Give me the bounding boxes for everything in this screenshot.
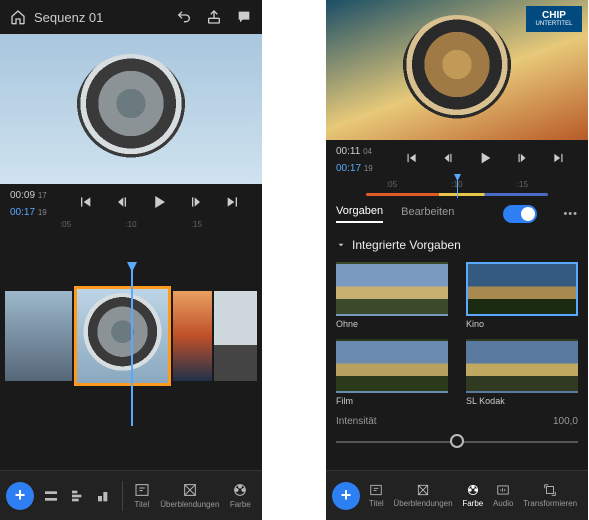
frame-back-icon[interactable] (437, 147, 459, 169)
current-time: 00:09 (10, 190, 35, 201)
add-button[interactable]: + (332, 482, 360, 510)
preset-label: Film (336, 396, 448, 406)
duration-time: 00:17 (336, 163, 361, 174)
ruler-tick: :05 (60, 220, 71, 229)
more-icon[interactable]: ••• (563, 208, 578, 220)
playhead[interactable] (131, 266, 133, 426)
baritem-label: Transformieren (523, 499, 577, 508)
duration-frame: 19 (364, 164, 373, 173)
color-button[interactable]: Farbe (230, 482, 251, 509)
intensity-control: Intensität 100,0 (326, 410, 588, 451)
phone-right: CHIP UNTERTITEL 00:11 04 00:17 19 :05 :1… (326, 0, 588, 520)
video-preview[interactable]: CHIP UNTERTITEL (326, 0, 588, 140)
comment-icon[interactable] (236, 9, 252, 25)
preset-film[interactable]: Film (336, 339, 448, 406)
time-ruler[interactable]: :05 :10 :15 (0, 220, 262, 236)
ruler-tick: :05 (386, 180, 397, 189)
intensity-slider[interactable] (336, 431, 578, 451)
playhead[interactable] (457, 176, 458, 198)
clip[interactable] (214, 291, 257, 381)
baritem-label: Farbe (230, 500, 251, 509)
audio-button[interactable]: Audio (493, 483, 513, 508)
baritem-label: Titel (369, 499, 384, 508)
tabs-row: Vorgaben Bearbeiten ••• (326, 196, 588, 232)
add-button[interactable]: + (6, 482, 34, 510)
baritem-label: Farbe (462, 499, 483, 508)
baritem-label: Überblendungen (393, 499, 452, 508)
undo-icon[interactable] (176, 9, 192, 25)
effect-toggle[interactable] (503, 205, 537, 223)
intensity-value: 100,0 (553, 416, 578, 427)
titles-button[interactable]: Titel (369, 483, 384, 508)
tab-presets[interactable]: Vorgaben (336, 205, 383, 223)
header: Sequenz 01 (0, 0, 262, 34)
divider (122, 481, 123, 511)
preset-kodak[interactable]: SL Kodak (466, 339, 578, 406)
layout-b-icon[interactable] (70, 488, 86, 504)
duration-time: 00:17 (10, 207, 35, 218)
preset-kino[interactable]: Kino (466, 262, 578, 329)
preset-label: Kino (466, 319, 578, 329)
skip-end-icon[interactable] (222, 191, 244, 213)
slider-knob[interactable] (450, 434, 464, 448)
ruler-tick: :10 (125, 220, 136, 229)
tab-edit[interactable]: Bearbeiten (401, 206, 454, 222)
transitions-button[interactable]: Überblendungen (160, 482, 219, 509)
baritem-label: Titel (134, 500, 149, 509)
sequence-title: Sequenz 01 (34, 10, 162, 25)
baritem-label: Überblendungen (160, 500, 219, 509)
transform-button[interactable]: Transformieren (523, 483, 577, 508)
chip-main: CHIP (542, 10, 566, 21)
frame-back-icon[interactable] (111, 191, 133, 213)
video-preview[interactable] (0, 34, 262, 184)
titles-button[interactable]: Titel (134, 482, 150, 509)
chevron-down-icon (336, 240, 346, 250)
transport-controls (383, 140, 588, 176)
preset-label: SL Kodak (466, 396, 578, 406)
timecode: 00:09 17 00:17 19 (0, 186, 57, 218)
section-header[interactable]: Integrierte Vorgaben (326, 232, 588, 258)
skip-start-icon[interactable] (74, 191, 96, 213)
layout-c-icon[interactable] (96, 488, 112, 504)
preset-none[interactable]: Ohne (336, 262, 448, 329)
intensity-label: Intensität (336, 416, 377, 427)
phone-left: Sequenz 01 00:09 17 00:17 19 :05 :10 :15 (0, 0, 262, 520)
ruler-tick: :15 (191, 220, 202, 229)
current-frame: 04 (363, 147, 372, 156)
frame-forward-icon[interactable] (511, 147, 533, 169)
current-time: 00:11 (336, 146, 360, 157)
home-icon[interactable] (10, 9, 26, 25)
current-frame: 17 (38, 191, 47, 200)
bottom-toolbar: + Titel Überblendungen Farbe (0, 470, 262, 520)
chip-sub: UNTERTITEL (528, 21, 580, 28)
bottom-toolbar: + Titel Überblendungen Farbe Audio Trans… (326, 470, 588, 520)
timeline[interactable] (0, 266, 262, 406)
skip-end-icon[interactable] (548, 147, 570, 169)
clip-selected[interactable] (74, 286, 171, 386)
baritem-label: Audio (493, 499, 513, 508)
share-icon[interactable] (206, 9, 222, 25)
section-title-label: Integrierte Vorgaben (352, 238, 461, 252)
frame-forward-icon[interactable] (185, 191, 207, 213)
play-icon[interactable] (474, 147, 496, 169)
preset-grid: Ohne Kino Film SL Kodak (326, 258, 588, 410)
clip[interactable] (5, 291, 72, 381)
skip-start-icon[interactable] (400, 147, 422, 169)
preview-frame (76, 54, 186, 164)
timecode: 00:11 04 00:17 19 (326, 142, 383, 174)
layout-a-icon[interactable] (43, 488, 59, 504)
chip-badge: CHIP UNTERTITEL (526, 6, 582, 32)
preset-label: Ohne (336, 319, 448, 329)
preview-frame (402, 15, 512, 125)
time-ruler[interactable]: :05 :10 :15 (326, 176, 588, 196)
transitions-button[interactable]: Überblendungen (393, 483, 452, 508)
color-button[interactable]: Farbe (462, 483, 483, 508)
play-icon[interactable] (148, 191, 170, 213)
ruler-tick: :15 (517, 180, 528, 189)
transport-controls (57, 184, 262, 220)
clip[interactable] (173, 291, 212, 381)
duration-frame: 19 (38, 208, 47, 217)
